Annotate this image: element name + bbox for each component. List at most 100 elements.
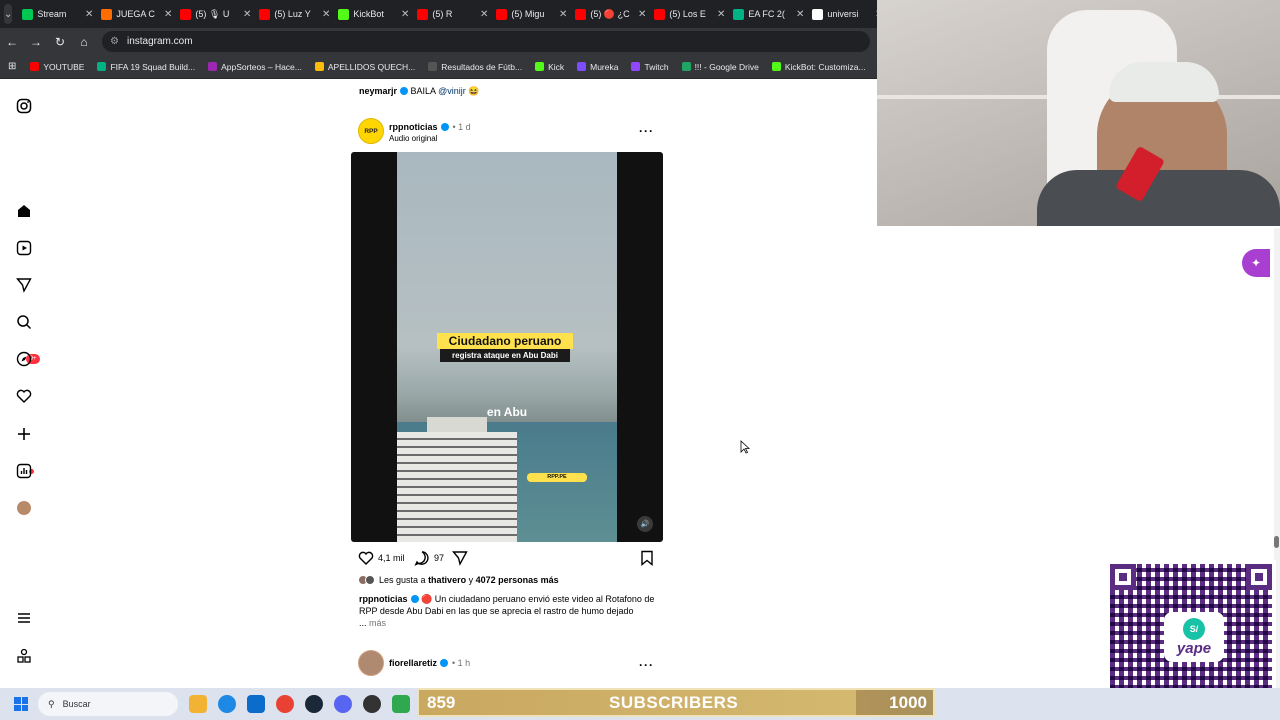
bookmark-item[interactable]: Kick xyxy=(535,62,564,72)
heart-icon[interactable] xyxy=(14,386,34,406)
menu-icon[interactable] xyxy=(14,608,34,628)
tab-title: KickBot xyxy=(353,9,384,19)
back-icon[interactable]: ← xyxy=(0,35,24,49)
browser-tab[interactable]: KickBot ✕ xyxy=(334,0,413,28)
bookmark-item[interactable]: !!! - Google Drive xyxy=(681,62,759,72)
mention-link[interactable]: @vinijr xyxy=(438,86,466,96)
bookmark-item[interactable]: KickBot: Customiza... xyxy=(771,62,866,72)
create-icon[interactable] xyxy=(14,424,34,444)
apps-grid-icon[interactable]: ⊞ xyxy=(8,61,16,72)
home-icon[interactable]: ⌂ xyxy=(72,35,96,49)
browser-tab[interactable]: (5) Luz Y ✕ xyxy=(255,0,334,28)
post-caption: rppnoticias 🔴 Un ciudadano peruano envió… xyxy=(359,593,659,629)
browser-tab[interactable]: universi✕ xyxy=(808,0,887,28)
comment-button[interactable]: 97 xyxy=(414,550,444,566)
steam-icon[interactable] xyxy=(305,695,323,713)
bookmark-favicon-icon xyxy=(681,62,691,71)
tab-close-icon[interactable]: ✕ xyxy=(559,9,567,20)
profile-avatar[interactable] xyxy=(14,498,34,518)
bookmark-item[interactable]: Resultados de Fútb... xyxy=(428,62,522,72)
audio-toggle-icon[interactable]: 🔊 xyxy=(637,516,653,532)
floating-widget-icon[interactable]: ✦ xyxy=(1242,249,1270,277)
dashboard-icon[interactable] xyxy=(14,461,34,481)
post-username[interactable]: rppnoticias xyxy=(389,122,438,132)
address-bar[interactable]: ⚙ instagram.com xyxy=(102,31,870,52)
reload-icon[interactable]: ↻ xyxy=(48,35,72,49)
tab-close-icon[interactable]: ✕ xyxy=(164,9,172,20)
search-icon[interactable] xyxy=(14,312,34,332)
tab-favicon-icon xyxy=(575,8,587,20)
bookmark-label: Twitch xyxy=(644,61,669,72)
reels-icon[interactable] xyxy=(14,238,34,258)
post-header: RPP rppnoticias • 1 d Audio original ··· xyxy=(358,118,658,146)
file-explorer-icon[interactable] xyxy=(189,695,207,713)
tab-close-icon[interactable]: ✕ xyxy=(796,9,804,20)
bookmark-item[interactable]: FIFA 19 Squad Build... xyxy=(97,62,195,72)
bookmark-item[interactable]: Twitch xyxy=(631,61,669,72)
discord-icon[interactable] xyxy=(334,695,352,713)
browser-tab[interactable]: EA FC 2( ✕ xyxy=(729,0,808,28)
chrome-icon[interactable] xyxy=(276,695,294,713)
video-tag: RPP.PE xyxy=(527,473,587,482)
app-icon[interactable] xyxy=(392,695,410,713)
caption-username[interactable]: rppnoticias xyxy=(359,594,408,604)
more-options-icon[interactable]: ··· xyxy=(639,124,654,138)
tab-close-icon[interactable]: ✕ xyxy=(717,9,725,20)
post-video[interactable]: Ciudadano peruano registra ataque en Abu… xyxy=(351,152,663,542)
bookmark-item[interactable]: APELLIDOS QUECH... xyxy=(314,62,415,72)
browser-tab[interactable]: (5) 🎙 U ✕ xyxy=(176,0,255,28)
caption-username[interactable]: neymarjr xyxy=(359,86,397,96)
browser-tab-strip: ⌄ Stream ✕ JUEGA C ✕ (5) 🎙 U ✕ (5) Luz Y ✕ KickB… xyxy=(0,0,883,28)
video-subheadline: registra ataque en Abu Dabi xyxy=(440,349,570,362)
liked-by-user[interactable]: thativero xyxy=(428,575,466,585)
bookmark-label: AppSorteos – Hace... xyxy=(221,61,302,72)
liked-by-rest[interactable]: 4072 personas más xyxy=(476,575,559,585)
home-icon[interactable] xyxy=(14,201,34,221)
instagram-logo-icon[interactable] xyxy=(14,96,34,116)
comments-count: 97 xyxy=(434,553,445,563)
tab-favicon-icon xyxy=(180,8,192,20)
tab-close-icon[interactable]: ✕ xyxy=(638,9,646,20)
edge-icon[interactable] xyxy=(218,695,236,713)
bookmark-item[interactable]: Mureka xyxy=(577,62,618,72)
tab-close-icon[interactable]: ✕ xyxy=(480,9,488,20)
forward-icon[interactable]: → xyxy=(24,35,48,49)
bookmark-favicon-icon xyxy=(314,62,324,71)
post-avatar[interactable]: RPP xyxy=(358,118,384,144)
obs-icon[interactable] xyxy=(363,695,381,713)
browser-tab[interactable]: (5) R ✕ xyxy=(413,0,492,28)
browser-tab[interactable]: (5) Los E ✕ xyxy=(650,0,729,28)
audio-link[interactable]: Audio original xyxy=(389,134,437,143)
messages-icon[interactable] xyxy=(14,275,34,295)
tab-title: EA FC 2( xyxy=(748,9,785,19)
tab-close-icon[interactable]: ✕ xyxy=(401,9,409,20)
save-icon[interactable] xyxy=(640,550,654,566)
explore-icon[interactable] xyxy=(14,349,34,369)
site-info-icon[interactable]: ⚙ xyxy=(110,36,119,47)
browser-tab[interactable]: Stream ✕ xyxy=(18,0,97,28)
heart-icon xyxy=(358,551,374,565)
tab-search-button[interactable]: ⌄ xyxy=(4,4,13,24)
like-button[interactable]: 4,1 mil xyxy=(358,550,405,566)
store-icon[interactable] xyxy=(247,695,265,713)
meta-apps-icon[interactable] xyxy=(14,646,34,666)
scrollbar-thumb[interactable] xyxy=(1274,536,1279,548)
bookmark-item[interactable]: AppSorteos – Hace... xyxy=(208,62,302,72)
caption-more-link[interactable]: más xyxy=(369,618,386,628)
browser-tab[interactable]: (5) 🔴 ¿C ✕ xyxy=(571,0,650,28)
post-avatar[interactable] xyxy=(358,650,384,676)
browser-tab[interactable]: JUEGA C ✕ xyxy=(97,0,176,28)
share-icon[interactable] xyxy=(452,550,468,566)
post-username[interactable]: fiorellaretiz xyxy=(389,658,437,668)
more-options-icon[interactable]: ··· xyxy=(639,658,654,672)
bookmark-label: FIFA 19 Squad Build... xyxy=(110,61,196,72)
tab-title: (5) Los E xyxy=(669,9,706,19)
taskbar-search[interactable]: ⚲ Buscar xyxy=(38,692,178,716)
browser-tab[interactable]: (5) Migu ✕ xyxy=(492,0,571,28)
tab-close-icon[interactable]: ✕ xyxy=(322,9,330,20)
post-actions: 4,1 mil 97 xyxy=(358,550,658,568)
windows-start-icon[interactable] xyxy=(14,697,28,711)
tab-close-icon[interactable]: ✕ xyxy=(85,9,93,20)
tab-close-icon[interactable]: ✕ xyxy=(243,9,251,20)
bookmark-item[interactable]: YOUTUBE xyxy=(30,62,84,72)
